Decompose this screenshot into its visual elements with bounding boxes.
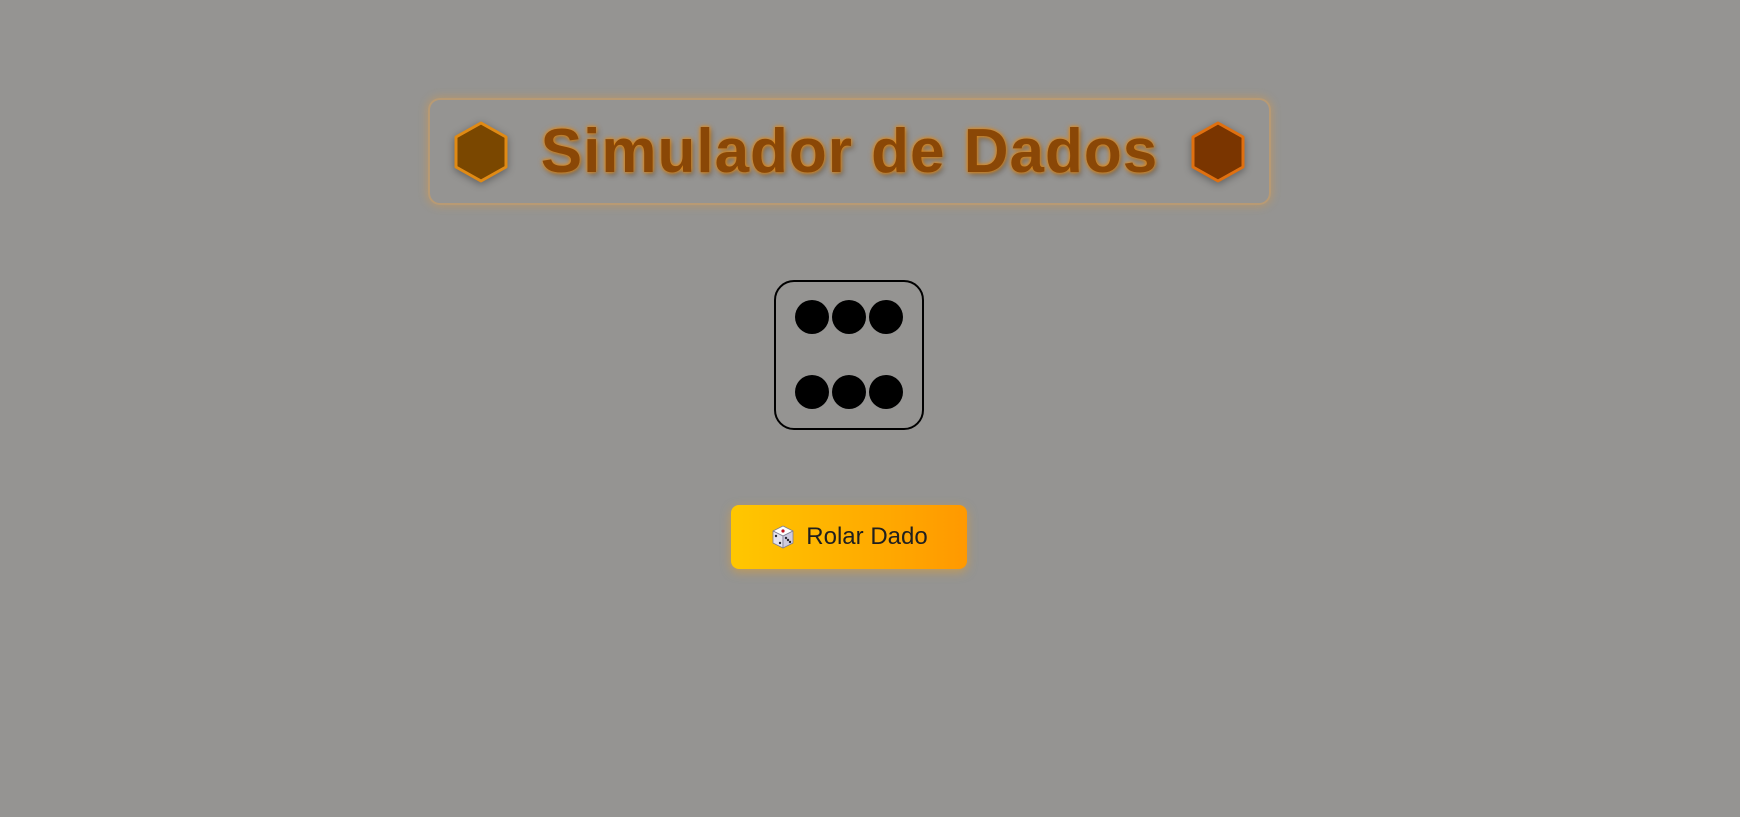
die-pip xyxy=(795,375,829,409)
die-pip xyxy=(869,300,903,334)
die-pip xyxy=(869,375,903,409)
die-pip xyxy=(832,375,866,409)
roll-button-label: Rolar Dado xyxy=(806,523,928,550)
dice-icon xyxy=(772,525,794,549)
die-pip xyxy=(795,300,829,334)
die-face-six xyxy=(774,280,924,430)
title-banner: Simulador de Dados xyxy=(428,98,1271,205)
roll-dice-button[interactable]: Rolar Dado xyxy=(731,505,967,569)
page-title: Simulador de Dados xyxy=(540,117,1159,186)
hexagon-icon xyxy=(454,121,508,182)
die-pip xyxy=(832,300,866,334)
hexagon-icon xyxy=(1191,121,1245,182)
